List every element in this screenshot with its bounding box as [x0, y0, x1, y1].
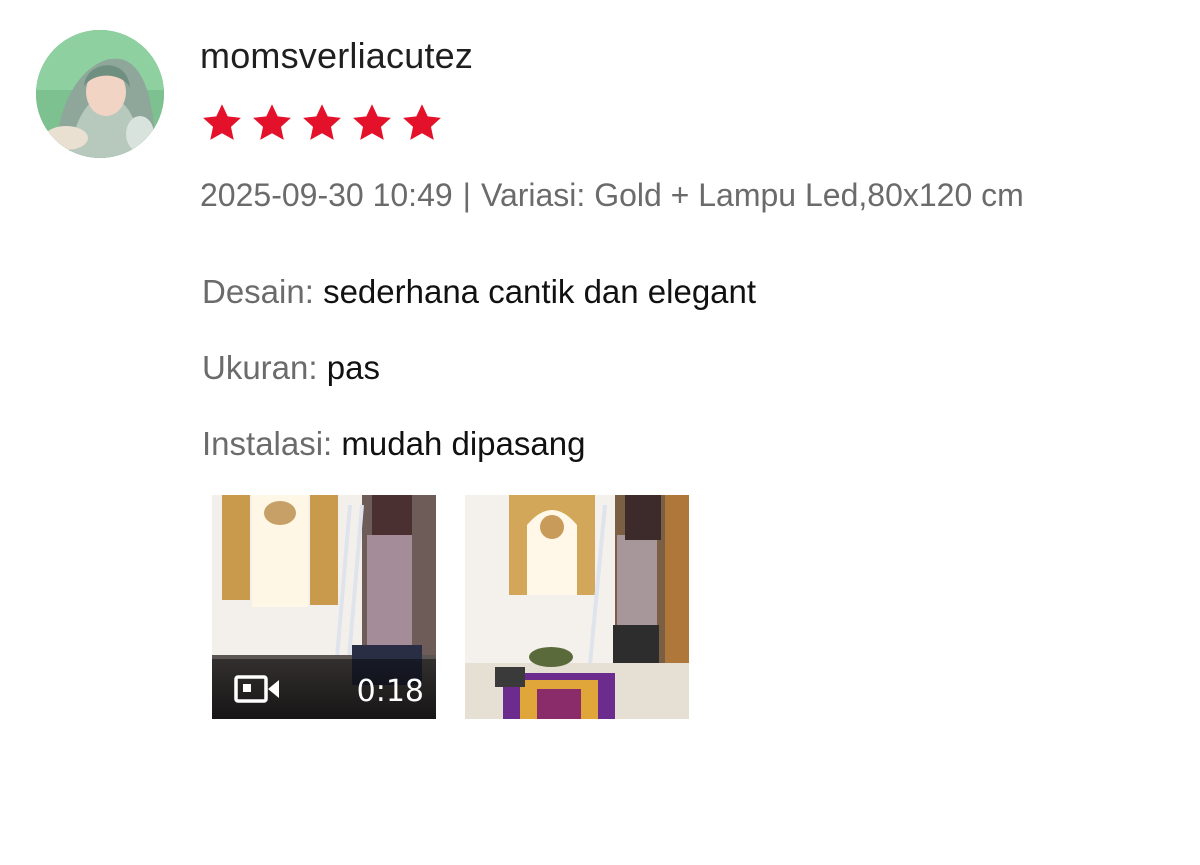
star-icon	[303, 104, 341, 140]
review-video-thumbnail[interactable]: 0:18	[212, 495, 436, 719]
star-icon	[203, 104, 241, 140]
review-attribute-design: Desain: sederhana cantik dan elegant	[202, 273, 756, 311]
star-rating	[200, 101, 444, 145]
attribute-value: mudah dipasang	[341, 425, 586, 462]
star-icon	[253, 104, 291, 140]
video-duration: 0:18	[356, 674, 424, 709]
attribute-value: sederhana cantik dan elegant	[323, 273, 757, 310]
avatar-image	[36, 30, 164, 158]
attribute-value: pas	[326, 349, 380, 386]
photo-image	[465, 495, 689, 719]
review-attribute-installation: Instalasi: mudah dipasang	[202, 425, 585, 463]
review-date: 2025-09-30 10:49	[200, 177, 453, 213]
meta-separator: |	[462, 177, 471, 213]
star-icon	[353, 104, 391, 140]
star-icon	[403, 104, 441, 140]
attribute-label: Desain:	[202, 273, 314, 310]
review-attribute-size: Ukuran: pas	[202, 349, 380, 387]
reviewer-name[interactable]: momsverliacutez	[200, 35, 473, 77]
video-camera-icon	[234, 675, 279, 703]
attribute-label: Instalasi:	[202, 425, 333, 462]
review-photo-thumbnail[interactable]	[465, 495, 689, 719]
review-meta: 2025-09-30 10:49 | Variasi: Gold + Lampu L…	[200, 177, 1024, 214]
avatar[interactable]	[36, 30, 164, 158]
review-variation: Variasi: Gold + Lampu Led,80x120 cm	[480, 177, 1024, 213]
attribute-label: Ukuran:	[202, 349, 318, 386]
